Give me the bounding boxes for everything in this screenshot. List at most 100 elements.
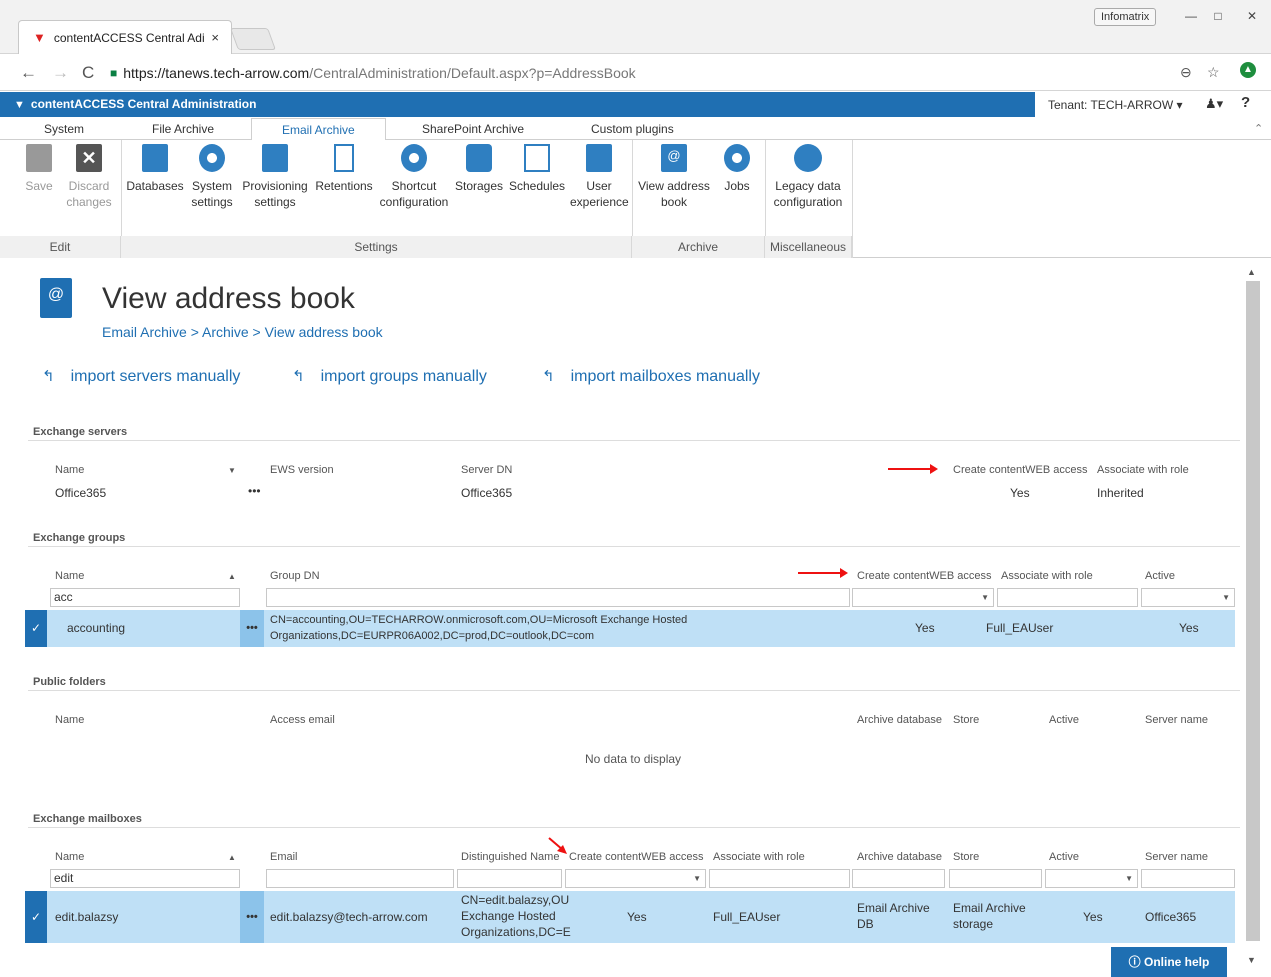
shortcut-configuration-button[interactable]: Shortcut configuration — [377, 144, 451, 210]
col-group-dn[interactable]: Group DN — [270, 570, 320, 582]
scroll-up-icon[interactable]: ▲ — [1247, 267, 1256, 277]
filter-active-select[interactable]: ▼ — [1141, 588, 1235, 607]
tenant-selector[interactable]: Tenant: TECH-ARROW ▾ — [1048, 98, 1183, 112]
sort-desc-icon[interactable]: ▼ — [228, 466, 236, 475]
new-tab-button[interactable] — [229, 28, 277, 50]
minimize-icon[interactable]: — — [1177, 6, 1205, 26]
retentions-button[interactable]: Retentions — [314, 144, 374, 194]
col-create-contentweb-access[interactable]: Create contentWEB access — [857, 570, 992, 582]
col-create-contentweb-access[interactable]: Create contentWEB access — [569, 851, 704, 863]
forward-icon[interactable]: → — [52, 63, 69, 83]
storages-button[interactable]: Storages — [455, 144, 503, 194]
browser-tab[interactable]: ▼ contentACCESS Central Adi × — [18, 20, 232, 54]
reload-icon[interactable]: C — [82, 63, 94, 83]
url-path: /CentralAdministration/Default.aspx?p=Ad… — [309, 65, 636, 81]
url-field[interactable]: ■ https://tanews.tech-arrow.com/CentralA… — [110, 60, 1230, 86]
profile-button[interactable]: Infomatrix — [1094, 8, 1157, 26]
databases-button[interactable]: Databases — [126, 144, 184, 194]
maximize-icon[interactable]: □ — [1204, 6, 1232, 26]
col-email[interactable]: Email — [270, 851, 298, 863]
filter-store-input[interactable] — [949, 869, 1042, 888]
view-address-book-button[interactable]: @ View address book — [636, 144, 712, 210]
col-server-dn[interactable]: Server DN — [461, 464, 512, 476]
col-archive-database[interactable]: Archive database — [857, 851, 942, 863]
vertical-scrollbar[interactable]: ▲ ▼ — [1242, 259, 1271, 977]
filter-server-name-input[interactable] — [1141, 869, 1235, 888]
filter-email-input[interactable] — [266, 869, 454, 888]
row-actions-dots[interactable]: ••• — [248, 484, 261, 498]
legacy-data-configuration-button[interactable]: Legacy data configuration — [770, 144, 846, 210]
mailbox-store-line1: Email Archive — [953, 901, 1026, 915]
bookmark-star-icon[interactable]: ☆ — [1207, 64, 1220, 81]
import-servers-link[interactable]: ↰ import servers manually — [42, 367, 240, 386]
col-associate-with-role[interactable]: Associate with role — [1097, 464, 1189, 476]
col-active[interactable]: Active — [1049, 714, 1079, 726]
save-button[interactable]: Save — [24, 144, 54, 194]
col-associate-with-role[interactable]: Associate with role — [1001, 570, 1093, 582]
row-selected-check-icon[interactable]: ✓ — [25, 610, 47, 647]
col-active[interactable]: Active — [1049, 851, 1079, 863]
window-close-icon[interactable]: ✕ — [1238, 6, 1266, 26]
filter-role-input[interactable] — [997, 588, 1138, 607]
back-icon[interactable]: ← — [20, 63, 37, 83]
dropdown-arrow-icon: ▼ — [1125, 874, 1133, 883]
col-store[interactable]: Store — [953, 851, 979, 863]
tab-custom-plugins[interactable]: Custom plugins — [591, 122, 674, 136]
col-server-name[interactable]: Server name — [1145, 851, 1208, 863]
col-name[interactable]: Name — [55, 464, 84, 476]
import-groups-link[interactable]: ↰ import groups manually — [292, 367, 487, 386]
row-selected-check-icon[interactable]: ✓ — [25, 891, 47, 943]
col-archive-database[interactable]: Archive database — [857, 714, 942, 726]
filter-archive-db-input[interactable] — [852, 869, 945, 888]
filter-role-input[interactable] — [709, 869, 850, 888]
online-help-button[interactable]: ⓘ Online help — [1111, 947, 1227, 977]
row-actions-dots[interactable]: ••• — [240, 610, 264, 647]
red-arrow-annotation — [548, 837, 567, 854]
scroll-thumb[interactable] — [1246, 281, 1260, 941]
breadcrumb[interactable]: Email Archive > Archive > View address b… — [102, 324, 383, 340]
extension-icon[interactable]: ▲ — [1240, 62, 1256, 78]
col-active[interactable]: Active — [1145, 570, 1175, 582]
row-actions-dots[interactable]: ••• — [240, 891, 264, 943]
table-row[interactable]: ✓ edit.balazsy ••• edit.balazsy@tech-arr… — [25, 891, 1235, 943]
sort-asc-icon[interactable]: ▲ — [228, 572, 236, 581]
col-server-name[interactable]: Server name — [1145, 714, 1208, 726]
filter-active-select[interactable]: ▼ — [1045, 869, 1138, 888]
tab-email-archive[interactable]: Email Archive — [251, 118, 386, 141]
col-create-contentweb-access[interactable]: Create contentWEB access — [953, 464, 1088, 476]
tab-sharepoint-archive[interactable]: SharePoint Archive — [422, 122, 524, 136]
col-name[interactable]: Name — [55, 851, 84, 863]
col-ews-version[interactable]: EWS version — [270, 464, 334, 476]
scroll-down-icon[interactable]: ▼ — [1247, 955, 1256, 965]
filter-name-input[interactable]: edit — [50, 869, 240, 888]
help-icon[interactable]: ? — [1241, 94, 1250, 111]
user-menu-icon[interactable]: ♟▾ — [1205, 96, 1223, 112]
provisioning-settings-button[interactable]: Provisioning settings — [240, 144, 310, 210]
group-active: Yes — [1179, 621, 1199, 635]
tab-system[interactable]: System — [44, 122, 84, 136]
close-tab-icon[interactable]: × — [211, 30, 219, 45]
discard-changes-button[interactable]: ✕ Discard changes — [64, 144, 114, 210]
import-mailboxes-link[interactable]: ↰ import mailboxes manually — [542, 367, 760, 386]
col-name[interactable]: Name — [55, 570, 84, 582]
user-experience-button[interactable]: User experience — [570, 144, 629, 210]
col-store[interactable]: Store — [953, 714, 979, 726]
section-exchange-groups: Exchange groups — [33, 532, 126, 544]
jobs-button[interactable]: Jobs — [718, 144, 756, 194]
tab-file-archive[interactable]: File Archive — [152, 122, 214, 136]
col-access-email[interactable]: Access email — [270, 714, 335, 726]
filter-dn-input[interactable] — [457, 869, 562, 888]
col-name[interactable]: Name — [55, 714, 84, 726]
col-associate-with-role[interactable]: Associate with role — [713, 851, 805, 863]
filter-create-access-select[interactable]: ▼ — [852, 588, 994, 607]
sort-asc-icon[interactable]: ▲ — [228, 853, 236, 862]
collapse-ribbon-icon[interactable]: ⌃ — [1254, 122, 1263, 135]
filter-name-input[interactable]: acc — [50, 588, 240, 607]
table-row[interactable]: ✓ accounting ••• CN=accounting,OU=TECHAR… — [25, 610, 1235, 647]
zoom-icon[interactable]: ⊖ — [1180, 64, 1192, 81]
filter-create-access-select[interactable]: ▼ — [565, 869, 706, 888]
schedules-button[interactable]: Schedules — [509, 144, 565, 194]
filter-group-dn-input[interactable] — [266, 588, 850, 607]
col-distinguished-name[interactable]: Distinguished Name — [461, 851, 559, 863]
system-settings-button[interactable]: System settings — [189, 144, 235, 210]
